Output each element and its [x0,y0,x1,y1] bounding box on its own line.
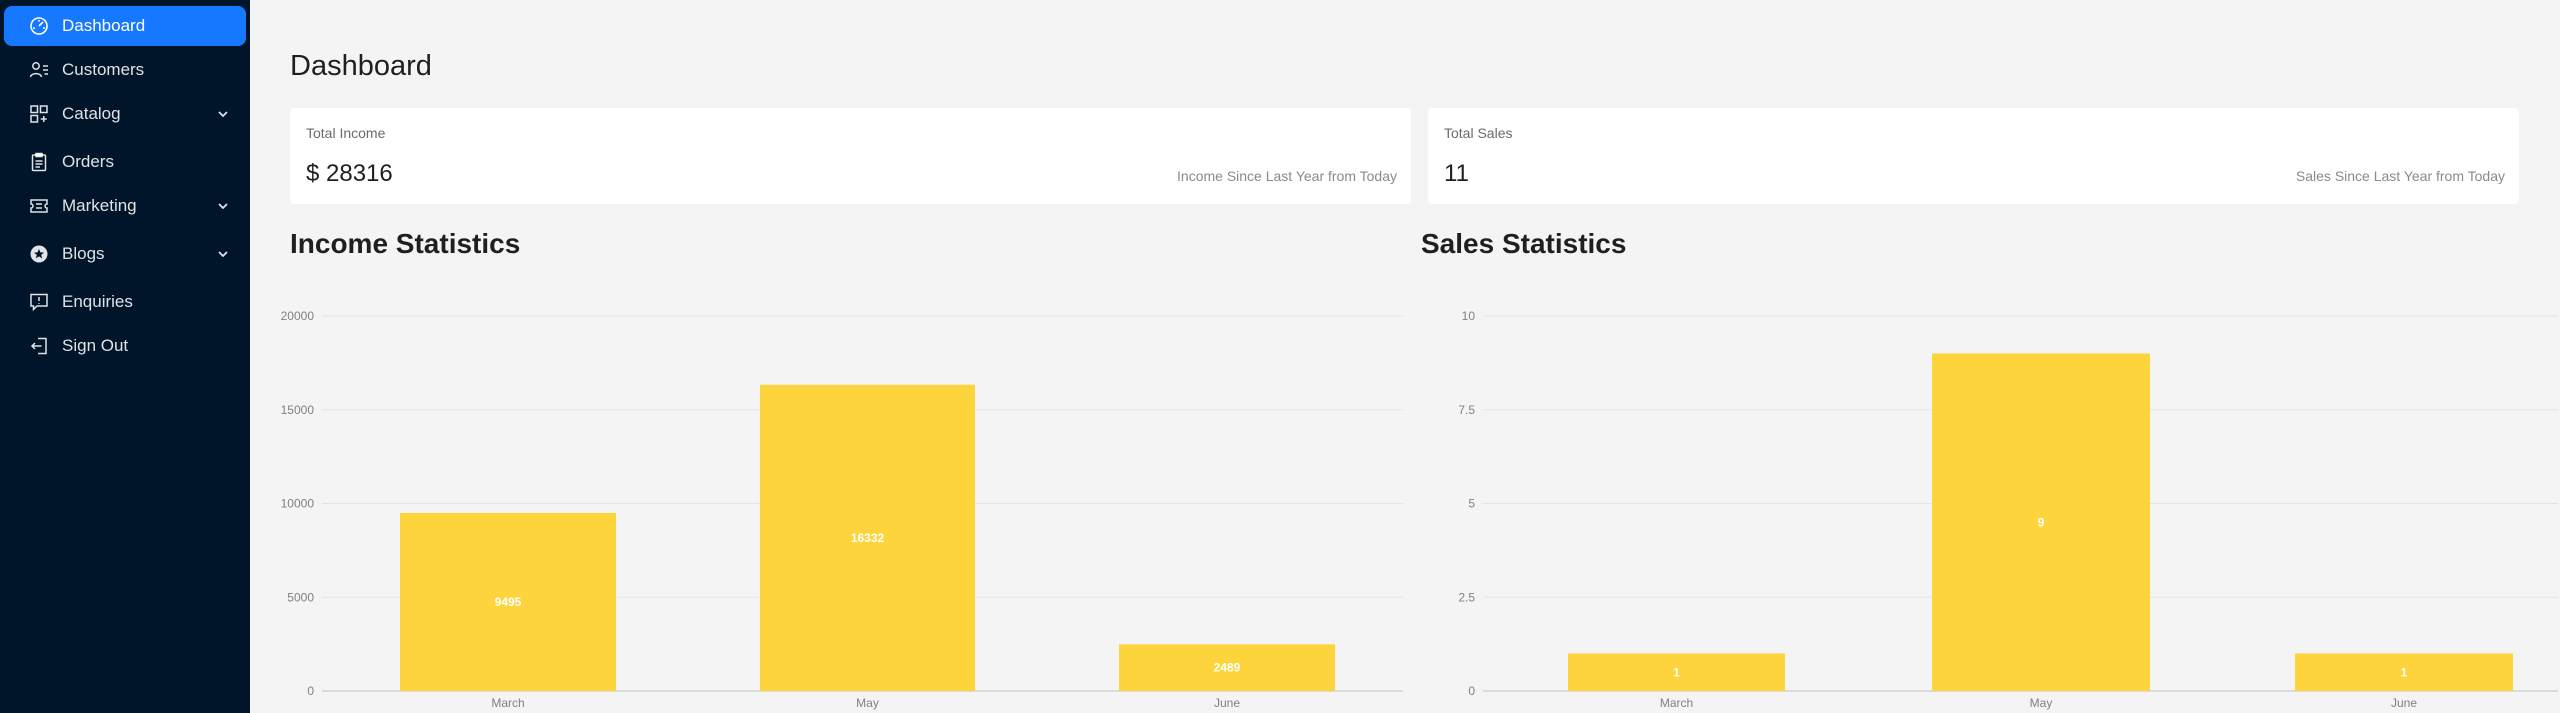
y-tick-label: 20000 [281,309,315,323]
sidebar-item-catalog[interactable]: Catalog [4,94,246,134]
x-tick-label: May [2030,696,2053,710]
sidebar-item-orders[interactable]: Orders [4,142,246,182]
income-statistics-title: Income Statistics [290,228,521,259]
sidebar-item-label: Catalog [62,104,121,123]
y-tick-label: 10 [1462,309,1476,323]
star-badge-icon [28,243,50,265]
clipboard-icon [28,151,50,173]
y-tick-label: 2.5 [1458,590,1475,604]
sales-chart-svg: 0 2.5 5 7.5 10 1 March 9 May 1 June [1458,309,2558,710]
sidebar-item-label: Enquiries [62,292,133,311]
page-title: Dashboard [290,50,432,82]
card-value: 11 [1444,160,1469,187]
y-tick-label: 7.5 [1458,403,1475,417]
chevron-down-icon [218,251,228,258]
sidebar-item-enquiries[interactable]: Enquiries [4,282,246,322]
card-label: Total Sales [1444,125,1513,141]
y-tick-label: 15000 [281,403,315,417]
total-income-card: Total Income $ 28316 Income Since Last Y… [290,108,1411,204]
sidebar-item-label: Blogs [62,244,105,263]
income-bar-chart: 0 5000 10000 15000 20000 9495 March 16332 May 248… [250,300,1405,713]
main-content: Dashboard Total Income $ 28316 Income Si… [250,0,2560,713]
sidebar-item-customers[interactable]: Customers [4,50,246,90]
dashboard-icon [28,15,50,37]
sidebar: Dashboard Customers Catalog Orders Marke… [0,0,250,713]
income-chart-svg: 0 5000 10000 15000 20000 9495 March 16332 May 248… [281,309,1403,710]
sidebar-item-label: Orders [62,152,114,171]
sidebar-item-sign-out[interactable]: Sign Out [4,326,246,366]
x-tick-label: March [1660,696,1693,710]
card-value: $ 28316 [306,160,393,187]
sales-statistics-title: Sales Statistics [1421,228,1627,259]
y-tick-label: 10000 [281,497,315,511]
bar-data-label: 1 [2401,665,2408,679]
bar-data-label: 16332 [851,531,885,545]
x-tick-label: March [491,696,524,710]
bar-data-label: 9495 [495,595,522,609]
card-label: Total Income [306,125,386,141]
sidebar-item-blogs[interactable]: Blogs [4,234,246,274]
card-subtitle: Sales Since Last Year from Today [2295,168,2505,184]
x-tick-label: June [2391,696,2417,710]
x-tick-label: May [856,696,879,710]
total-sales-card: Total Sales 11 Sales Since Last Year fro… [1428,108,2519,204]
chevron-down-icon [218,203,228,210]
sidebar-item-marketing[interactable]: Marketing [4,186,246,226]
logout-icon [28,335,50,357]
y-tick-label: 0 [307,684,314,698]
user-icon [28,59,50,81]
sidebar-item-label: Sign Out [62,336,129,355]
y-tick-label: 0 [1468,684,1475,698]
catalog-icon [28,103,50,125]
sidebar-item-label: Customers [62,60,145,79]
sales-bar-chart: 0 2.5 5 7.5 10 1 March 9 May 1 June [1410,300,2560,713]
sidebar-item-label: Marketing [62,196,137,215]
ticket-icon [28,195,50,217]
bar-data-label: 2489 [1214,661,1241,675]
sidebar-item-dashboard[interactable]: Dashboard [4,6,246,46]
message-icon [28,291,50,313]
bar-data-label: 1 [1673,665,1680,679]
sidebar-item-label: Dashboard [62,16,146,35]
y-tick-label: 5000 [287,590,314,604]
x-tick-label: June [1214,696,1240,710]
bar-data-label: 9 [2038,515,2045,529]
y-tick-label: 5 [1468,497,1475,511]
chevron-down-icon [218,111,228,118]
card-subtitle: Income Since Last Year from Today [1177,168,1397,184]
